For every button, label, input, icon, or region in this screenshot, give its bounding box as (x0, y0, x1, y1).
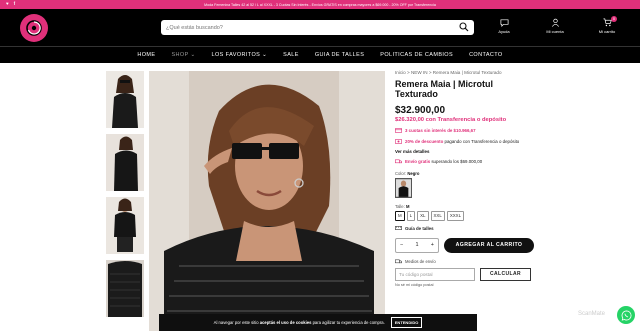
promo-text: Moda Femenina Talles 42 al 52 / L al XXX… (204, 2, 436, 7)
search-input[interactable] (166, 24, 446, 31)
product-main-image[interactable] (149, 71, 385, 331)
calculate-button[interactable]: CALCULAR (480, 267, 531, 281)
discount-highlight: 20% de descuento (405, 138, 444, 144)
free-shipping-text: superando los $69.000,00 (430, 159, 483, 164)
credit-card-icon (395, 128, 402, 133)
product-thumbnail[interactable] (106, 260, 144, 317)
cookie-text-bold: aceptás el uso de cookies (259, 320, 312, 325)
nav-favoritos[interactable]: LOS FAVORITOS ⌄ (204, 52, 276, 58)
social-links: ♥ f (6, 1, 15, 6)
discount-perk: 20% de descuento pagando con Transferenc… (395, 139, 535, 145)
size-option-xl[interactable]: XL (417, 210, 429, 221)
whatsapp-button[interactable] (617, 306, 635, 324)
color-label-text: Color: (395, 170, 407, 176)
truck-icon (395, 259, 402, 263)
size-guide-label: Guía de talles (405, 225, 434, 231)
nav-shop[interactable]: SHOP ⌄ (163, 52, 203, 58)
account-button[interactable]: Mi cuenta (540, 18, 570, 34)
scanmate-watermark: ScanMate (578, 311, 606, 317)
help-label: Ayuda (498, 29, 510, 34)
size-options: M L XL XXL XXXL (395, 210, 535, 221)
size-option-l[interactable]: L (406, 210, 416, 221)
search-bar[interactable] (161, 20, 474, 35)
plus-icon[interactable]: + (431, 242, 434, 248)
main-nav: HOME SHOP ⌄ LOS FAVORITOS ⌄ SALE GUIA DE… (0, 46, 640, 63)
nav-sale[interactable]: SALE (275, 52, 307, 58)
product-thumbnail[interactable] (106, 71, 144, 128)
logo-swirl-icon (26, 20, 42, 36)
size-option-m[interactable]: M (395, 210, 405, 221)
product-info: Inicio > NEW IN > Remera Maia | Microtul… (395, 70, 535, 287)
quantity-stepper[interactable]: − 1 + (395, 237, 439, 253)
product-price: $32.900,00 (395, 105, 446, 116)
product-title: Remera Maia | Microtul Texturado (395, 79, 494, 99)
free-shipping-perk: Envío gratis superando los $69.000,00 (395, 159, 535, 165)
facebook-icon[interactable]: f (14, 1, 16, 6)
nav-guia-talles[interactable]: GUIA DE TALLES (307, 52, 372, 58)
breadcrumb[interactable]: Inicio > NEW IN > Remera Maia | Microtul… (395, 70, 535, 75)
ruler-icon (395, 226, 402, 230)
color-label: Color: Negro (395, 171, 535, 176)
purchase-row: − 1 + AGREGAR AL CARRITO (395, 237, 535, 253)
installments-perk: 3 cuotas sin interés de $10.966,67 (395, 128, 535, 134)
product-thumbnail[interactable] (106, 197, 144, 254)
promo-bar: ♥ f Moda Femenina Talles 42 al 52 / L al… (0, 0, 640, 9)
truck-icon (395, 159, 402, 164)
add-to-cart-button[interactable]: AGREGAR AL CARRITO (444, 237, 534, 253)
nav-politicas[interactable]: POLITICAS DE CAMBIOS (372, 52, 461, 58)
size-option-xxl[interactable]: XXL (430, 210, 445, 221)
cookie-text: Al navegar por este sitio aceptás el uso… (214, 320, 385, 325)
discount-text: pagando con Transferencia o depósito (443, 138, 520, 144)
postal-code-row: Tu código postal CALCULAR (395, 267, 535, 281)
cookie-text-post: para agilizar tu experiencia de compra. (311, 320, 385, 325)
minus-icon[interactable]: − (400, 242, 403, 248)
thumbnail-gallery (106, 71, 144, 323)
postal-code-input[interactable]: Tu código postal (395, 267, 475, 281)
nav-contacto[interactable]: CONTACTO (461, 52, 511, 58)
account-label: Mi cuenta (546, 29, 564, 34)
cookie-banner: Al navegar por este sitio aceptás el uso… (159, 314, 477, 331)
chevron-down-icon: ⌄ (262, 52, 268, 58)
shipping-label: Medios de envío (405, 258, 436, 264)
chevron-down-icon: ⌄ (190, 52, 196, 58)
color-swatch-negro[interactable] (395, 177, 412, 198)
nav-shop-label: SHOP (171, 52, 189, 58)
size-label: Talle: M (395, 204, 535, 209)
product-thumbnail[interactable] (106, 134, 144, 191)
cart-button[interactable]: 0 Mi carrito (592, 16, 622, 34)
cart-label: Mi carrito (598, 29, 616, 34)
size-guide-link[interactable]: Guía de talles (395, 226, 535, 231)
color-value: Negro (407, 170, 420, 176)
nav-home[interactable]: HOME (129, 52, 163, 58)
cookie-accept-button[interactable]: ENTENDIDO (390, 317, 423, 328)
store-logo[interactable] (20, 14, 48, 42)
transfer-price: $26.320,00 con Transferencia o depósito (395, 117, 507, 123)
help-button[interactable]: Ayuda (489, 18, 519, 34)
quantity-value[interactable]: 1 (415, 242, 418, 248)
search-icon[interactable] (459, 22, 469, 32)
more-details-link[interactable]: Ver más detalles (395, 149, 535, 154)
cart-count-badge: 0 (611, 16, 617, 22)
whatsapp-icon (621, 310, 631, 321)
cash-icon (395, 138, 402, 144)
size-value: M (405, 203, 410, 209)
help-chat-icon (500, 19, 508, 27)
shipping-section: Medios de envío (395, 259, 535, 264)
installments-text: 3 cuotas sin interés de $10.966,67 (405, 128, 476, 133)
cookie-text-pre: Al navegar por este sitio (213, 320, 260, 325)
free-shipping-highlight: Envío gratis (405, 159, 431, 164)
nav-favoritos-label: LOS FAVORITOS (211, 52, 261, 58)
instagram-icon[interactable]: ♥ (6, 1, 9, 6)
header: Ayuda Mi cuenta 0 Mi carrito (0, 9, 640, 46)
user-icon (551, 18, 559, 27)
size-option-xxxl[interactable]: XXXL (446, 210, 465, 221)
unknown-postal-code-link[interactable]: No sé mi código postal (395, 283, 535, 287)
size-label-text: Talle: (395, 203, 405, 209)
